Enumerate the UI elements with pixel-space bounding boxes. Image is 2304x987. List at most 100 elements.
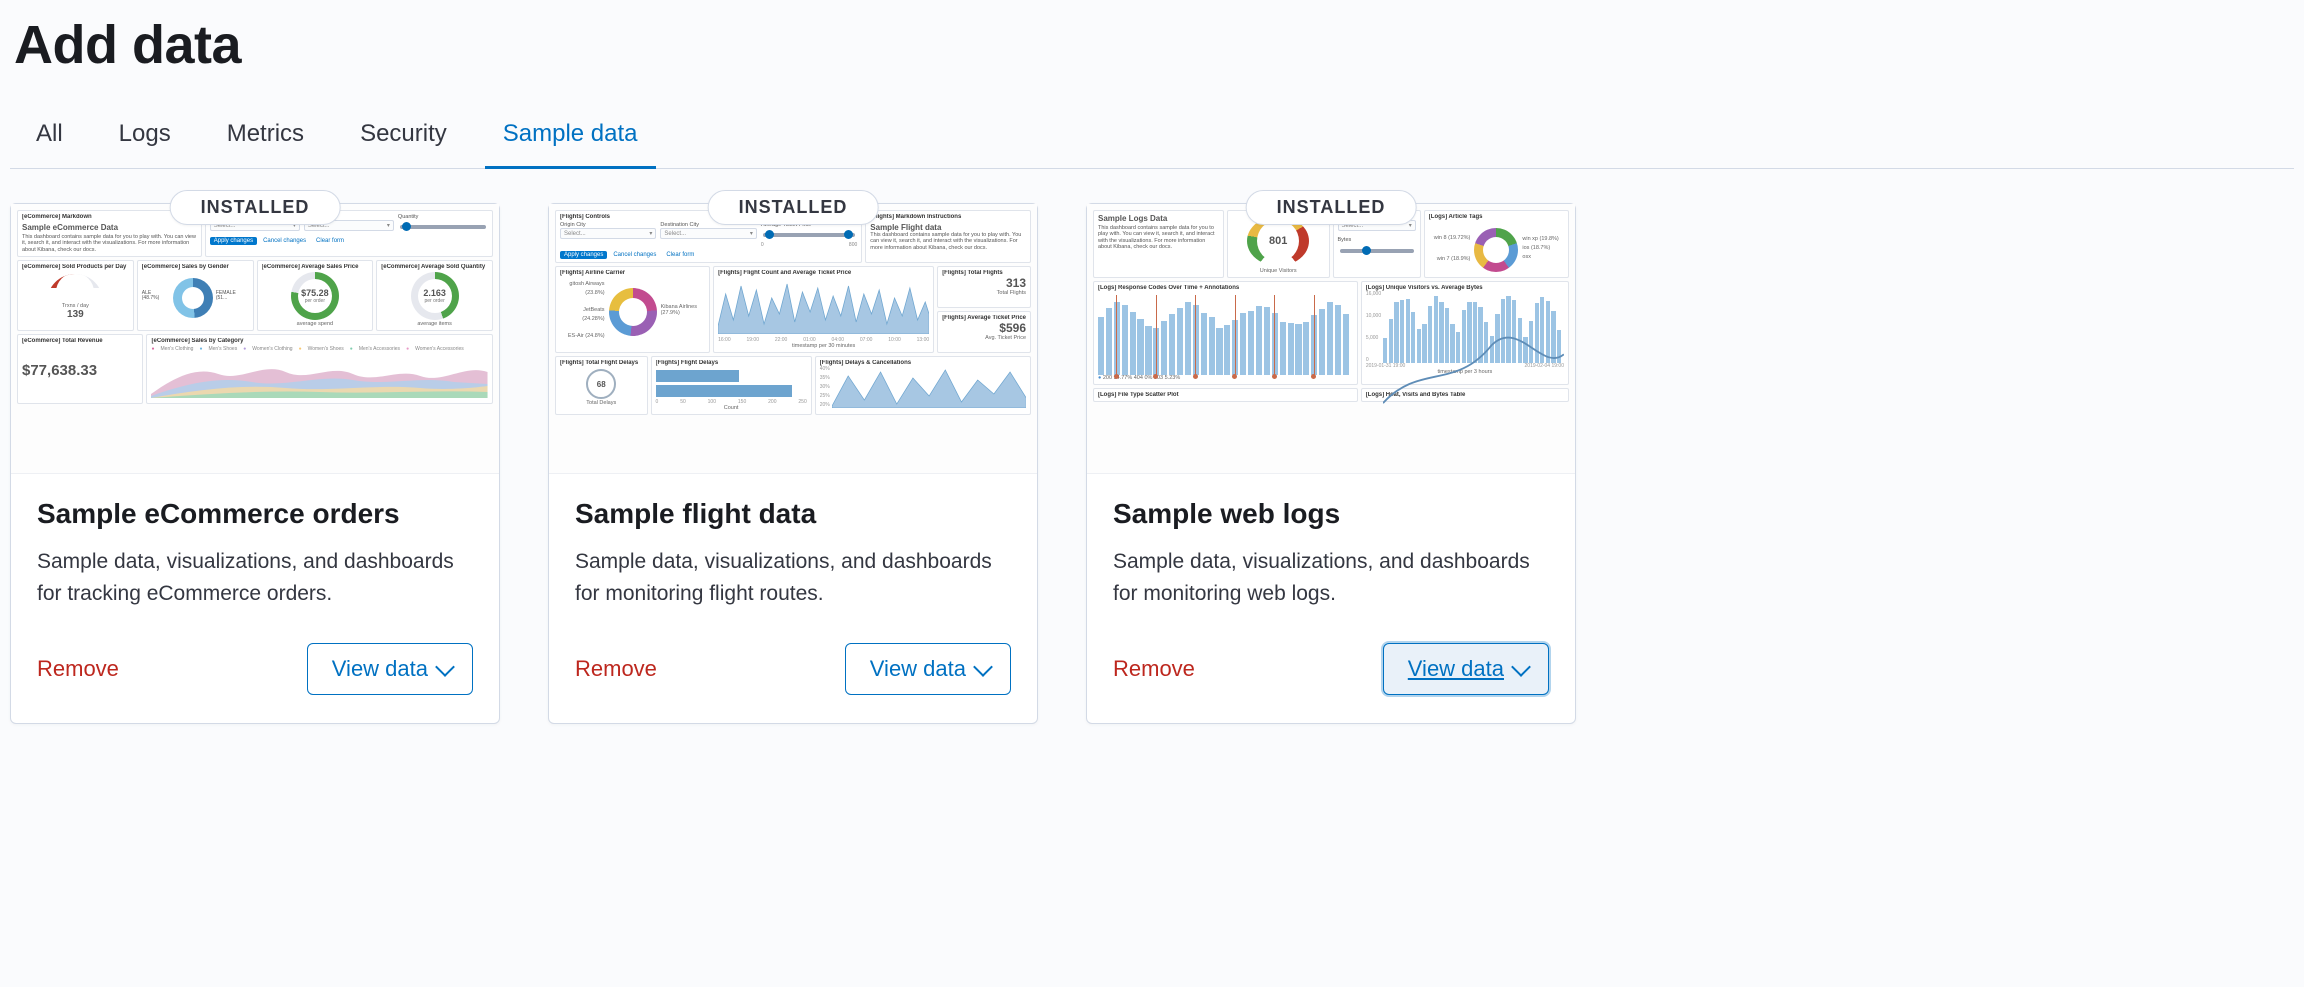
view-data-button[interactable]: View data — [1383, 643, 1549, 695]
pv-xtick: 10:00 — [888, 337, 901, 343]
pv-data-title: Sample Flight data — [870, 223, 1026, 232]
chevron-down-icon: ▾ — [750, 230, 753, 237]
pv-data-title: Sample eCommerce Data — [22, 223, 197, 232]
pv-clear-button[interactable]: Clear form — [312, 237, 348, 245]
pv-avgqty-sub: per order — [424, 298, 444, 304]
pv-bytes-slider[interactable] — [1340, 249, 1414, 253]
pv-xtick: 19:00 — [746, 337, 759, 343]
view-data-label: View data — [870, 656, 966, 682]
pv-xtick: 22:00 — [775, 337, 788, 343]
pv-carrier-item: Kibana Airlines (27.9%) — [661, 304, 706, 316]
pv-field-bytes: Bytes — [1338, 237, 1416, 243]
pv-legend-item: Women's Shoes — [308, 346, 344, 352]
pv-ytick: 16,000 — [1366, 291, 1381, 297]
donut-icon: 68 — [586, 369, 616, 399]
pv-revenue-title: [eCommerce] Total Revenue — [22, 338, 138, 344]
pv-cancel-button[interactable]: Cancel changes — [609, 251, 660, 259]
pv-tag-item: ios (18.7%) — [1522, 244, 1564, 253]
pv-legend-item: Men's Shoes — [208, 346, 237, 352]
view-data-button[interactable]: View data — [307, 643, 473, 695]
chevron-down-icon — [1511, 657, 1531, 677]
pv-xlabel: Count — [656, 405, 807, 411]
pv-avgprice-sub: per order — [305, 298, 325, 304]
bar-icon — [656, 370, 739, 382]
pv-ytick: 30% — [820, 384, 830, 390]
card-weblogs: INSTALLED Sample Logs Data This dashboar… — [1086, 203, 1576, 724]
pv-resp-title: [Logs] Response Codes Over Time + Annota… — [1098, 285, 1353, 291]
pv-avgqty-cap: average items — [381, 321, 488, 327]
donut-icon — [173, 278, 213, 318]
pv-field-quantity: Quantity — [398, 214, 488, 220]
pv-xtick: 50 — [680, 399, 686, 405]
pv-markdown-title: [Flights] Markdown Instructions — [870, 214, 1026, 220]
pv-ytick: 5,000 — [1366, 335, 1381, 341]
pv-tag-item: win 7 (18.9%) — [1429, 255, 1471, 264]
pv-category-title: [eCommerce] Sales by Category — [151, 338, 488, 344]
pv-legend-item: Men's Clothing — [161, 346, 194, 352]
preview-ecommerce: [eCommerce] Markdown Sample eCommerce Da… — [11, 204, 499, 474]
pv-slider-min: 0 — [761, 242, 764, 248]
donut-icon: 2.163 per order — [411, 272, 459, 320]
pv-tag-item: win 8 (19.72%) — [1429, 234, 1471, 243]
pv-select-placeholder: Select... — [564, 231, 586, 237]
card-title: Sample eCommerce orders — [37, 498, 473, 530]
area-chart-icon — [718, 276, 929, 334]
chevron-down-icon — [435, 657, 455, 677]
view-data-button[interactable]: View data — [845, 643, 1011, 695]
preview-weblogs: Sample Logs Data This dashboard contains… — [1087, 204, 1575, 474]
pv-data-desc: This dashboard contains sample data for … — [870, 232, 1026, 251]
chevron-down-icon: ▾ — [649, 230, 652, 237]
tab-security[interactable]: Security — [356, 104, 451, 168]
view-data-label: View data — [332, 656, 428, 682]
pv-ytick: 35% — [820, 375, 830, 381]
tab-all[interactable]: All — [32, 104, 67, 168]
pv-select-dest[interactable]: Select... ▾ — [660, 228, 756, 239]
pv-data-desc: This dashboard contains sample data for … — [1098, 225, 1219, 250]
gauge-icon — [47, 274, 103, 302]
card-description: Sample data, visualizations, and dashboa… — [575, 546, 1011, 609]
bar-chart-icon — [1098, 295, 1353, 375]
pv-avgticket-cap: Avg. Ticket Price — [942, 335, 1026, 341]
pv-ytick: 40% — [820, 366, 830, 372]
pv-apply-button[interactable]: Apply changes — [210, 237, 257, 245]
remove-button[interactable]: Remove — [575, 656, 657, 682]
donut-icon — [1474, 228, 1518, 272]
pv-sold-title: [eCommerce] Sold Products per Day — [22, 264, 129, 270]
pv-price-slider[interactable] — [763, 233, 855, 237]
tab-metrics[interactable]: Metrics — [223, 104, 308, 168]
pv-carrier-title: [Flights] Airline Carrier — [560, 270, 705, 276]
pv-xlabel: timestamp per 30 minutes — [718, 343, 929, 349]
card-description: Sample data, visualizations, and dashboa… — [1113, 546, 1549, 609]
area-chart-icon — [832, 366, 1026, 408]
pv-revenue-value: $77,638.33 — [22, 362, 138, 379]
pv-gender-right: FEMALE (51... — [216, 291, 249, 303]
pv-totdelay-value: 68 — [589, 372, 613, 396]
pv-xtick: 07:00 — [860, 337, 873, 343]
remove-button[interactable]: Remove — [37, 656, 119, 682]
card-title: Sample flight data — [575, 498, 1011, 530]
installed-badge: INSTALLED — [708, 190, 879, 225]
pv-legend-item: Men's Accessories — [359, 346, 400, 352]
pv-tags-title: [Logs] Article Tags — [1429, 214, 1564, 220]
pv-avgqty-value: 2.163 — [423, 288, 446, 298]
card-description: Sample data, visualizations, and dashboa… — [37, 546, 473, 609]
pv-totdelay-cap: Total Delays — [560, 400, 643, 406]
cards-row: INSTALLED [eCommerce] Markdown Sample eC… — [10, 169, 2294, 724]
pv-avgprice-title: [eCommerce] Average Sales Price — [262, 264, 369, 270]
tab-sample-data[interactable]: Sample data — [499, 104, 642, 168]
pv-fdelay-title: [Flights] Flight Delays — [656, 360, 807, 366]
pv-gauge-value: 139 — [22, 309, 129, 320]
pv-slider-max: 800 — [849, 242, 857, 248]
pv-xtick: 250 — [798, 399, 806, 405]
pv-totdelay-title: [Flights] Total Flight Delays — [560, 360, 643, 366]
pv-quantity-slider[interactable] — [400, 225, 486, 229]
pv-clear-button[interactable]: Clear form — [662, 251, 698, 259]
pv-ytick: 25% — [820, 393, 830, 399]
tabs-bar: All Logs Metrics Security Sample data — [10, 104, 2294, 169]
pv-avgqty-title: [eCommerce] Average Sold Quantity — [381, 264, 488, 270]
tab-logs[interactable]: Logs — [115, 104, 175, 168]
pv-cancel-button[interactable]: Cancel changes — [259, 237, 310, 245]
remove-button[interactable]: Remove — [1113, 656, 1195, 682]
pv-select-origin[interactable]: Select... ▾ — [560, 228, 656, 239]
pv-apply-button[interactable]: Apply changes — [560, 251, 607, 259]
